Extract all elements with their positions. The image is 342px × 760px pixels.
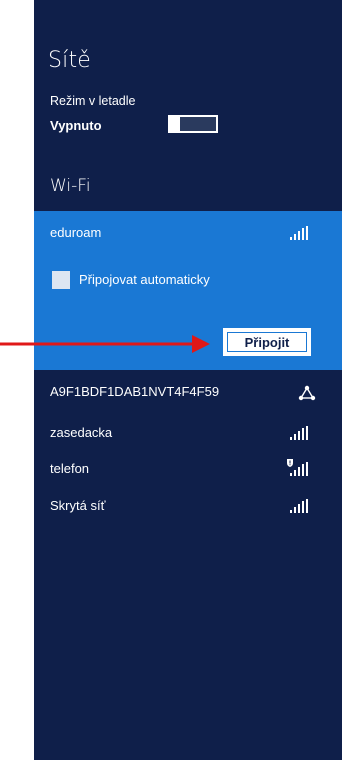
network-item[interactable]: A9F1BDF1DAB1NVT4F4F59 [34, 374, 342, 410]
toggle-track [180, 117, 216, 131]
network-name: A9F1BDF1DAB1NVT4F4F59 [50, 384, 220, 399]
network-item[interactable]: telefon [34, 451, 342, 487]
airplane-mode-label: Režim v letadle [50, 94, 136, 108]
auto-connect-label: Připojovat automaticky [79, 272, 210, 287]
annotation-arrow [0, 335, 210, 353]
network-item[interactable]: zasedacka [34, 415, 342, 451]
network-name: telefon [50, 461, 90, 476]
panel-title: Sítě [48, 48, 92, 73]
wifi-signal-icon [290, 499, 308, 513]
auto-connect-checkbox[interactable] [52, 271, 70, 289]
network-name: Skrytá síť [50, 498, 106, 513]
wifi-signal-icon [290, 426, 308, 440]
network-name: zasedacka [50, 425, 113, 440]
airplane-mode-state: Vypnuto [50, 118, 102, 133]
connect-button[interactable]: Připojit [223, 328, 311, 356]
wifi-signal-icon [290, 226, 308, 240]
connect-button-label: Připojit [244, 334, 290, 350]
wifi-secured-warning-icon [287, 459, 308, 476]
networks-charm-panel: Sítě Režim v letadle Vypnuto Wi-Fi eduro… [34, 0, 342, 760]
wifi-section-header: Wi-Fi [50, 176, 91, 196]
airplane-mode-toggle[interactable] [168, 115, 218, 133]
network-item[interactable]: Skrytá síť [34, 488, 342, 524]
adhoc-network-icon [298, 385, 316, 401]
network-name: eduroam [50, 225, 102, 240]
